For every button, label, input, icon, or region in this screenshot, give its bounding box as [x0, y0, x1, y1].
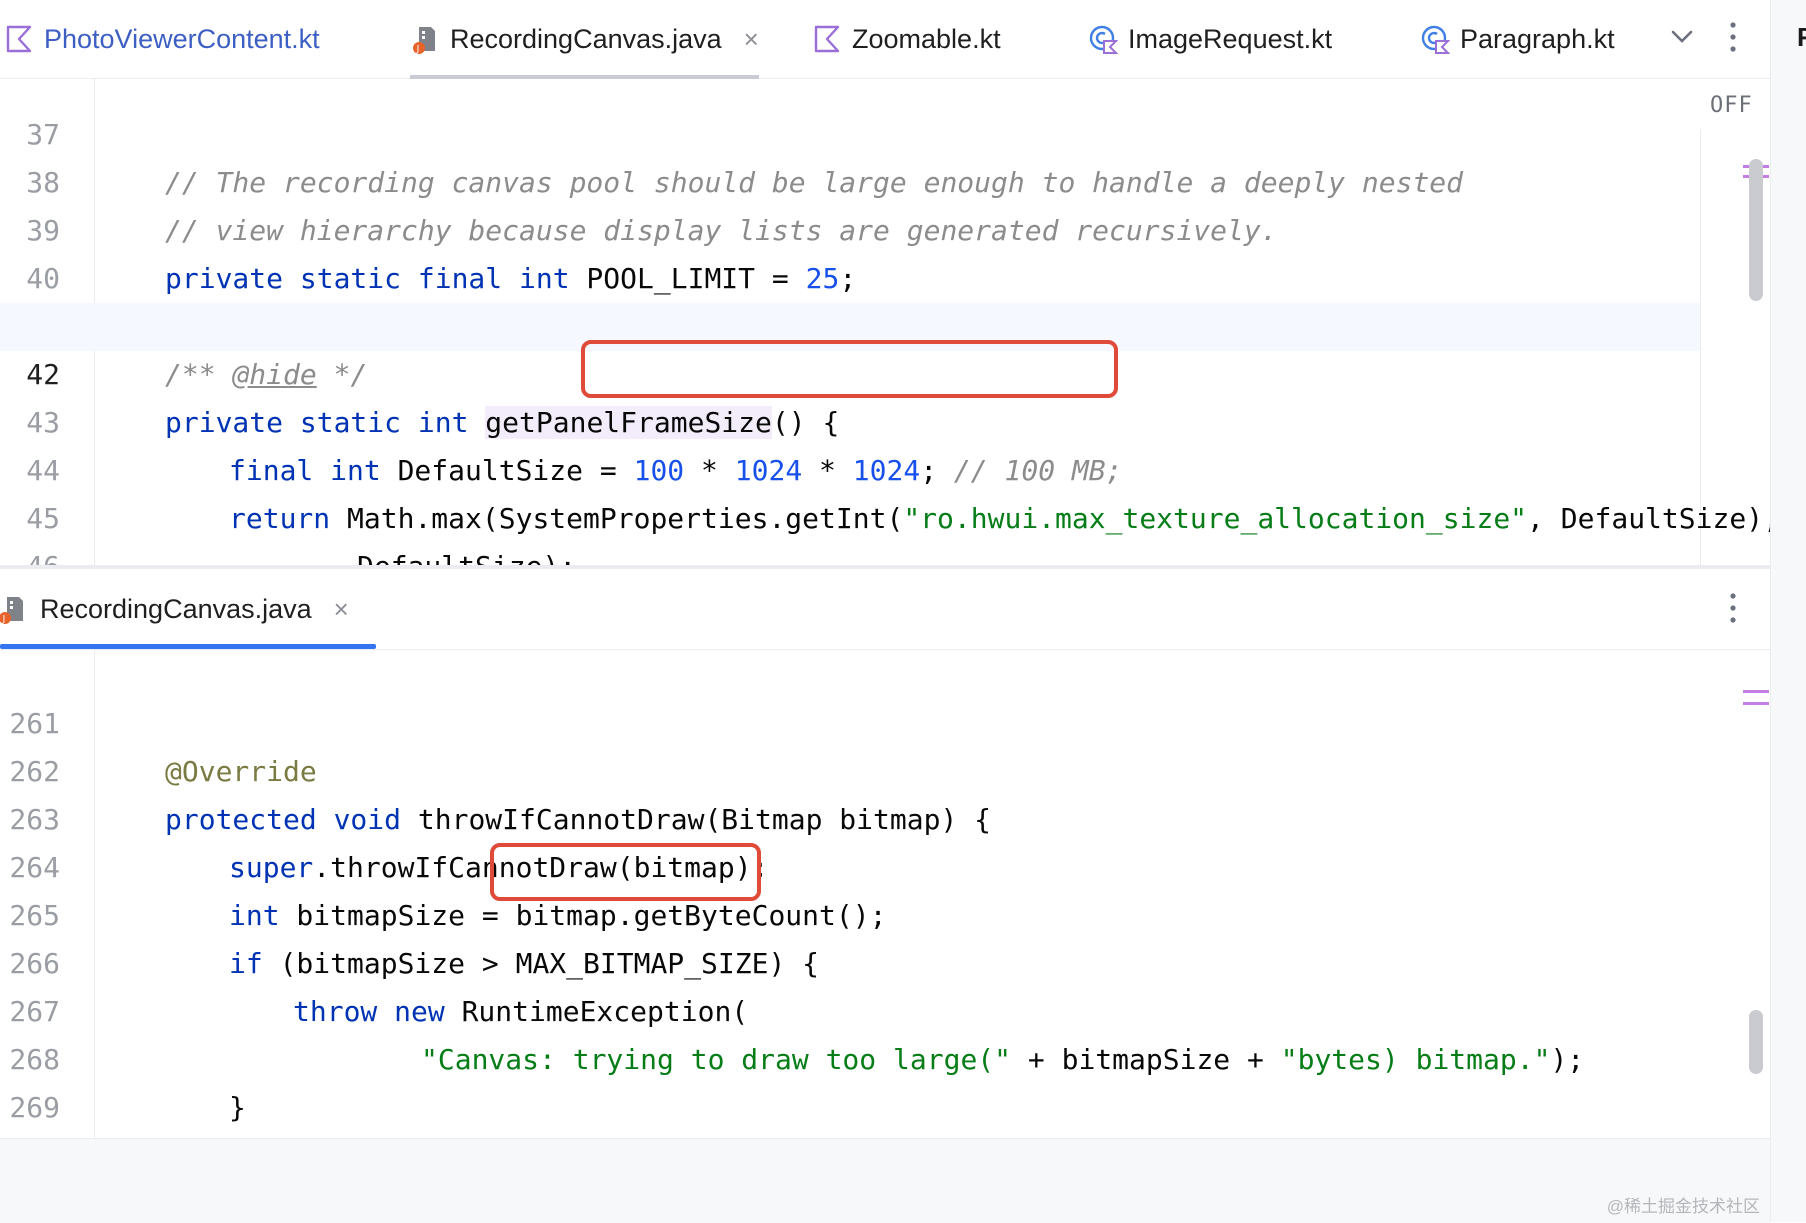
code-line[interactable]: 266 throw new RuntimeException( [0, 892, 1700, 1028]
kotlin-file-icon [4, 24, 34, 54]
vertical-scrollbar[interactable] [1749, 159, 1763, 301]
code-line[interactable]: 39 private static final int POOL_LIMIT =… [0, 159, 1700, 295]
kotlin-class-icon [1420, 24, 1451, 54]
chevron-down-icon[interactable] [1665, 20, 1699, 54]
status-area: @稀土掘金技术社区 [0, 1138, 1770, 1223]
inspection-off-label[interactable]: OFF [1710, 93, 1753, 118]
svg-text:J: J [2, 615, 6, 625]
tab-label: Paragraph.kt [1460, 23, 1615, 54]
close-tab-icon[interactable]: × [744, 24, 759, 55]
java-file-readonly-icon: J [0, 594, 28, 625]
code-line[interactable]: 267 "Canvas: trying to draw too large(" … [0, 940, 1700, 1076]
kotlin-class-icon [1088, 24, 1119, 54]
java-file-readonly-icon: J [410, 24, 440, 55]
code-line[interactable]: 40 [0, 207, 1700, 295]
tab-label: ImageRequest.kt [1128, 23, 1333, 54]
code-line[interactable]: 44 return Math.max(SystemProperties.getI… [0, 399, 1770, 535]
tab-zoomable[interactable]: Zoomable.kt [812, 0, 1001, 78]
truncated-tab-letter: R [1797, 22, 1806, 53]
code-line[interactable]: 270 [0, 1084, 1700, 1132]
kotlin-file-icon [812, 24, 842, 54]
code-line[interactable]: 38 // view hierarchy because display lis… [0, 111, 1700, 247]
code-line[interactable]: 268 } [0, 988, 1700, 1124]
code-line[interactable]: 265 if (bitmapSize > MAX_BITMAP_SIZE) { [0, 844, 1700, 980]
right-tool-strip: R [1770, 0, 1806, 1222]
code-line[interactable]: 264 int bitmapSize = bitmap.getByteCount… [0, 796, 1700, 932]
tab-recordingcanvas-java-split[interactable]: J RecordingCanvas.java × [0, 569, 349, 649]
editor-pane-top[interactable]: OFF 37 // The recording canvas pool shou… [0, 79, 1770, 565]
code-line[interactable]: 262 protected void throwIfCannotDraw(Bit… [0, 700, 1700, 836]
active-tab-indicator [0, 644, 376, 649]
error-stripe-mark[interactable] [1743, 702, 1769, 705]
tab-photoviewercontent[interactable]: PhotoViewerContent.kt [4, 0, 320, 78]
editor-tab-bar: PhotoViewerContent.kt J RecordingCanvas.… [0, 0, 1770, 79]
tab-paragraph[interactable]: Paragraph.kt [1420, 0, 1615, 78]
code-line[interactable]: 46 } [0, 495, 1700, 565]
code-line[interactable]: 261 @Override [0, 652, 1700, 788]
code-line[interactable]: 37 // The recording canvas pool should b… [0, 79, 1700, 199]
close-tab-icon[interactable]: × [334, 594, 349, 625]
editor-tab-bar-split: J RecordingCanvas.java × [0, 569, 1770, 650]
svg-text:J: J [416, 45, 420, 55]
watermark: @稀土掘金技术社区 [1606, 1197, 1760, 1216]
error-stripe-mark[interactable] [1743, 690, 1769, 693]
tab-label: RecordingCanvas.java [450, 23, 722, 54]
tab-recordingcanvas-java[interactable]: J RecordingCanvas.java × [410, 0, 759, 79]
more-options-icon[interactable] [1718, 585, 1748, 631]
code-line[interactable]: 269 } [0, 1036, 1700, 1124]
highlight-box-max-bitmap-size [490, 843, 761, 901]
tab-label: Zoomable.kt [852, 23, 1001, 54]
tab-label: RecordingCanvas.java [40, 593, 312, 624]
code-line[interactable]: 41 /** @hide */ [0, 255, 1700, 391]
code-line[interactable]: 47 [0, 543, 1700, 565]
more-options-icon[interactable] [1718, 14, 1748, 60]
tab-imagerequest[interactable]: ImageRequest.kt [1088, 0, 1332, 78]
code-line[interactable]: 263 super.throwIfCannotDraw(bitmap); [0, 748, 1700, 884]
vertical-scrollbar[interactable] [1749, 1010, 1763, 1074]
editor-pane-bottom[interactable]: 261 @Override 262 protected void throwIf… [0, 650, 1770, 1138]
code-line[interactable]: 45 DefaultSize); [0, 447, 1700, 565]
tab-label: PhotoViewerContent.kt [44, 23, 320, 54]
highlight-box-default-size [581, 340, 1118, 398]
